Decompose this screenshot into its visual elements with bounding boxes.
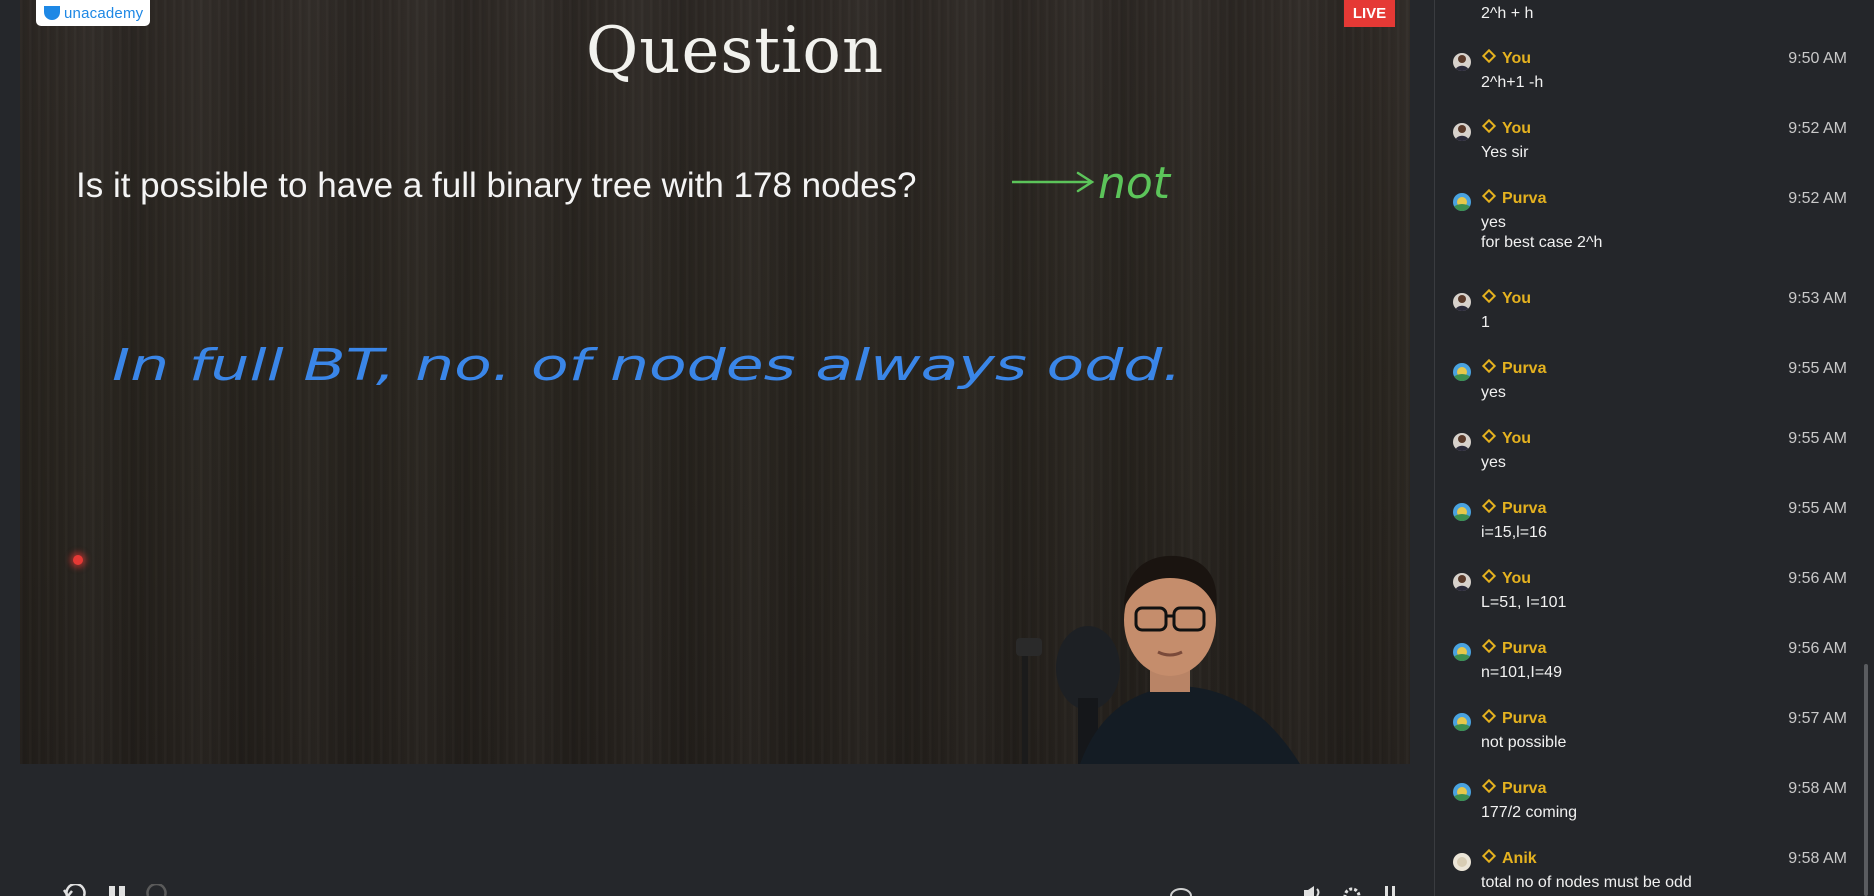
chat-text: yes for best case 2^h bbox=[1481, 214, 1603, 251]
presenter-video bbox=[1010, 548, 1310, 764]
annotation-note: In full BT, no. of nodes always odd. bbox=[112, 340, 1182, 391]
rewind-icon[interactable] bbox=[62, 884, 88, 896]
chat-timestamp: 9:55 AM bbox=[1788, 500, 1847, 517]
user-avatar bbox=[1453, 853, 1471, 871]
pause-icon[interactable] bbox=[108, 886, 128, 896]
chat-text: yes bbox=[1481, 384, 1506, 401]
chat-timestamp: 9:52 AM bbox=[1788, 190, 1847, 207]
diamond-icon bbox=[1481, 568, 1497, 584]
diamond-icon bbox=[1481, 708, 1497, 724]
diamond-icon bbox=[1481, 48, 1497, 64]
chat-scrollbar[interactable] bbox=[1864, 664, 1868, 896]
unacademy-logo-icon bbox=[44, 6, 60, 20]
video-player[interactable]: Question Is it possible to have a full b… bbox=[0, 0, 1434, 896]
chat-text: Yes sir bbox=[1481, 144, 1529, 161]
chat-author: Anik bbox=[1481, 848, 1537, 868]
chat-timestamp: 9:58 AM bbox=[1788, 850, 1847, 867]
diamond-icon bbox=[1481, 778, 1497, 794]
chat-text: 177/2 coming bbox=[1481, 804, 1578, 821]
diamond-icon bbox=[1481, 848, 1497, 864]
user-avatar bbox=[1453, 193, 1471, 211]
chat-text: 1 bbox=[1481, 314, 1490, 331]
user-avatar bbox=[1453, 783, 1471, 801]
user-avatar bbox=[1453, 123, 1471, 141]
user-avatar bbox=[1453, 433, 1471, 451]
diamond-icon bbox=[1481, 118, 1497, 134]
chat-author: Purva bbox=[1481, 498, 1546, 518]
user-avatar bbox=[1453, 293, 1471, 311]
captions-icon[interactable] bbox=[1170, 888, 1192, 896]
chat-timestamp: 9:55 AM bbox=[1788, 430, 1847, 447]
laser-pointer bbox=[73, 555, 83, 565]
chat-text: i=15,l=16 bbox=[1481, 524, 1547, 541]
chat-author: You bbox=[1481, 288, 1531, 308]
forward-icon[interactable] bbox=[144, 884, 170, 896]
diamond-icon bbox=[1481, 638, 1497, 654]
user-avatar bbox=[1453, 573, 1471, 591]
chat-author: You bbox=[1481, 118, 1531, 138]
whiteboard-slide: Question Is it possible to have a full b… bbox=[20, 0, 1410, 764]
chat-timestamp: 9:53 AM bbox=[1788, 290, 1847, 307]
diamond-icon bbox=[1481, 498, 1497, 514]
chat-message-partial: 2^h + h bbox=[1481, 5, 1534, 22]
chat-timestamp: 9:55 AM bbox=[1788, 360, 1847, 377]
live-badge: LIVE bbox=[1344, 0, 1395, 27]
diamond-icon bbox=[1481, 358, 1497, 374]
chat-panel[interactable]: 2^h + h You 9:50 AM 2^h+1 -h You 9:52 AM Yes … bbox=[1434, 0, 1874, 896]
chat-text: yes bbox=[1481, 454, 1506, 471]
volume-icon[interactable] bbox=[1302, 886, 1324, 896]
chat-timestamp: 9:56 AM bbox=[1788, 640, 1847, 657]
chat-author: Purva bbox=[1481, 638, 1546, 658]
user-avatar bbox=[1453, 363, 1471, 381]
chat-author: Purva bbox=[1481, 778, 1546, 798]
chat-text: total no of nodes must be odd bbox=[1481, 874, 1692, 891]
chat-timestamp: 9:56 AM bbox=[1788, 570, 1847, 587]
chat-text: L=51, I=101 bbox=[1481, 594, 1567, 611]
chat-author: Purva bbox=[1481, 708, 1546, 728]
chat-author: Purva bbox=[1481, 188, 1546, 208]
chat-author: You bbox=[1481, 48, 1531, 68]
diamond-icon bbox=[1481, 288, 1497, 304]
user-avatar bbox=[1453, 503, 1471, 521]
logo-text: unacademy bbox=[64, 4, 144, 22]
chat-timestamp: 9:50 AM bbox=[1788, 50, 1847, 67]
annotation-answer: not bbox=[1098, 158, 1172, 209]
chat-author: Purva bbox=[1481, 358, 1546, 378]
player-controls bbox=[0, 764, 1434, 896]
fullscreen-icon[interactable] bbox=[1384, 886, 1398, 896]
settings-icon[interactable] bbox=[1342, 886, 1362, 896]
user-avatar bbox=[1453, 53, 1471, 71]
user-avatar bbox=[1453, 643, 1471, 661]
diamond-icon bbox=[1481, 428, 1497, 444]
chat-text: 2^h+1 -h bbox=[1481, 74, 1544, 91]
chat-text: n=101,I=49 bbox=[1481, 664, 1562, 681]
unacademy-logo[interactable]: unacademy bbox=[36, 0, 150, 26]
chat-timestamp: 9:58 AM bbox=[1788, 780, 1847, 797]
chat-text: not possible bbox=[1481, 734, 1567, 751]
diamond-icon bbox=[1481, 188, 1497, 204]
chat-author: You bbox=[1481, 568, 1531, 588]
user-avatar bbox=[1453, 713, 1471, 731]
chat-timestamp: 9:57 AM bbox=[1788, 710, 1847, 727]
chat-author: You bbox=[1481, 428, 1531, 448]
chat-timestamp: 9:52 AM bbox=[1788, 120, 1847, 137]
